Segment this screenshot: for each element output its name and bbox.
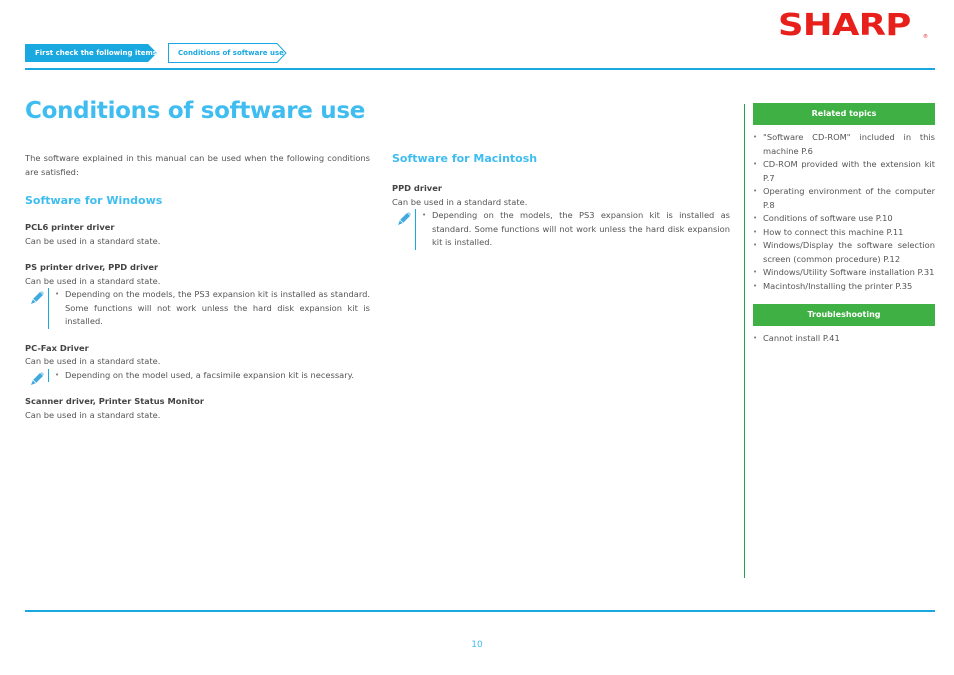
note-box: Depending on the model used, a facsimile… bbox=[25, 368, 370, 385]
note-text: Depending on the models, the PS3 expansi… bbox=[422, 209, 730, 250]
item-ppd: PPD driver Can be used in a standard sta… bbox=[392, 182, 730, 250]
note-text: Depending on the model used, a facsimile… bbox=[55, 369, 370, 383]
windows-heading: Software for Windows bbox=[25, 194, 163, 207]
item-title: PPD driver bbox=[392, 183, 442, 193]
item-text: Can be used in a standard state. bbox=[25, 409, 161, 420]
note-text: Depending on the models, the PS3 expansi… bbox=[55, 288, 370, 329]
breadcrumb-label: First check the following items bbox=[35, 49, 157, 57]
related-topics-list: "Software CD-ROM" included in this machi… bbox=[753, 125, 935, 293]
item-title: PC-Fax Driver bbox=[25, 342, 89, 353]
note-bar bbox=[415, 209, 417, 250]
related-topics-header: Related topics bbox=[753, 103, 935, 125]
related-link[interactable]: CD-ROM provided with the extension kit P… bbox=[753, 158, 935, 185]
related-link[interactable]: Windows/Display the software selection s… bbox=[753, 239, 935, 266]
macintosh-column: Software for Macintosh PPD driver Can be… bbox=[392, 152, 730, 263]
related-link[interactable]: Operating environment of the computer P.… bbox=[753, 185, 935, 212]
item-text: Can be used in a standard state. bbox=[25, 356, 161, 366]
sidebar: Related topics "Software CD-ROM" include… bbox=[753, 103, 935, 357]
macintosh-heading: Software for Macintosh bbox=[392, 152, 538, 165]
pencil-note-icon bbox=[31, 371, 44, 385]
related-link[interactable]: Conditions of software use P.10 bbox=[753, 212, 935, 226]
item-scanner: Scanner driver, Printer Status Monitor C… bbox=[25, 395, 370, 422]
related-link[interactable]: "Software CD-ROM" included in this machi… bbox=[753, 131, 935, 158]
note-box: Depending on the models, the PS3 expansi… bbox=[392, 209, 730, 250]
breadcrumb-current[interactable]: Conditions of software use bbox=[168, 43, 288, 63]
header-divider bbox=[25, 68, 935, 70]
troubleshooting-header: Troubleshooting bbox=[753, 304, 935, 326]
item-title: PCL6 printer driver bbox=[25, 222, 115, 232]
intro-text: The software explained in this manual ca… bbox=[25, 153, 370, 177]
related-link[interactable]: Windows/Utility Software installation P.… bbox=[753, 266, 935, 280]
related-link[interactable]: Macintosh/Installing the printer P.35 bbox=[753, 280, 935, 294]
breadcrumb-label: Conditions of software use bbox=[178, 49, 284, 57]
page-number: 10 bbox=[471, 640, 483, 650]
registered-mark: ® bbox=[923, 34, 928, 40]
page-title: Conditions of software use bbox=[25, 98, 366, 124]
item-pc-fax: PC-Fax Driver Can be used in a standard … bbox=[25, 342, 370, 385]
note-bar bbox=[48, 288, 50, 329]
note-box: Depending on the models, the PS3 expansi… bbox=[25, 288, 370, 329]
sidebar-divider bbox=[744, 104, 746, 578]
item-text: Can be used in a standard state. bbox=[392, 196, 528, 207]
windows-column: The software explained in this manual ca… bbox=[25, 152, 370, 435]
footer-divider bbox=[25, 610, 935, 612]
item-title: Scanner driver, Printer Status Monitor bbox=[25, 396, 204, 406]
item-pcl6: PCL6 printer driver Can be used in a sta… bbox=[25, 221, 370, 248]
breadcrumb-first-check[interactable]: First check the following items bbox=[25, 44, 157, 62]
item-text: Can be used in a standard state. bbox=[25, 235, 161, 246]
pencil-note-icon bbox=[31, 291, 44, 304]
note-bar bbox=[48, 368, 50, 382]
troubleshooting-list: Cannot install P.41 bbox=[753, 326, 935, 346]
related-link[interactable]: How to connect this machine P.11 bbox=[753, 226, 935, 240]
item-ps-ppd: PS printer driver, PPD driver Can be use… bbox=[25, 261, 370, 329]
troubleshooting-link[interactable]: Cannot install P.41 bbox=[753, 332, 935, 346]
pencil-note-icon bbox=[398, 212, 411, 225]
item-text: Can be used in a standard state. bbox=[25, 275, 161, 286]
item-title: PS printer driver, PPD driver bbox=[25, 262, 159, 272]
